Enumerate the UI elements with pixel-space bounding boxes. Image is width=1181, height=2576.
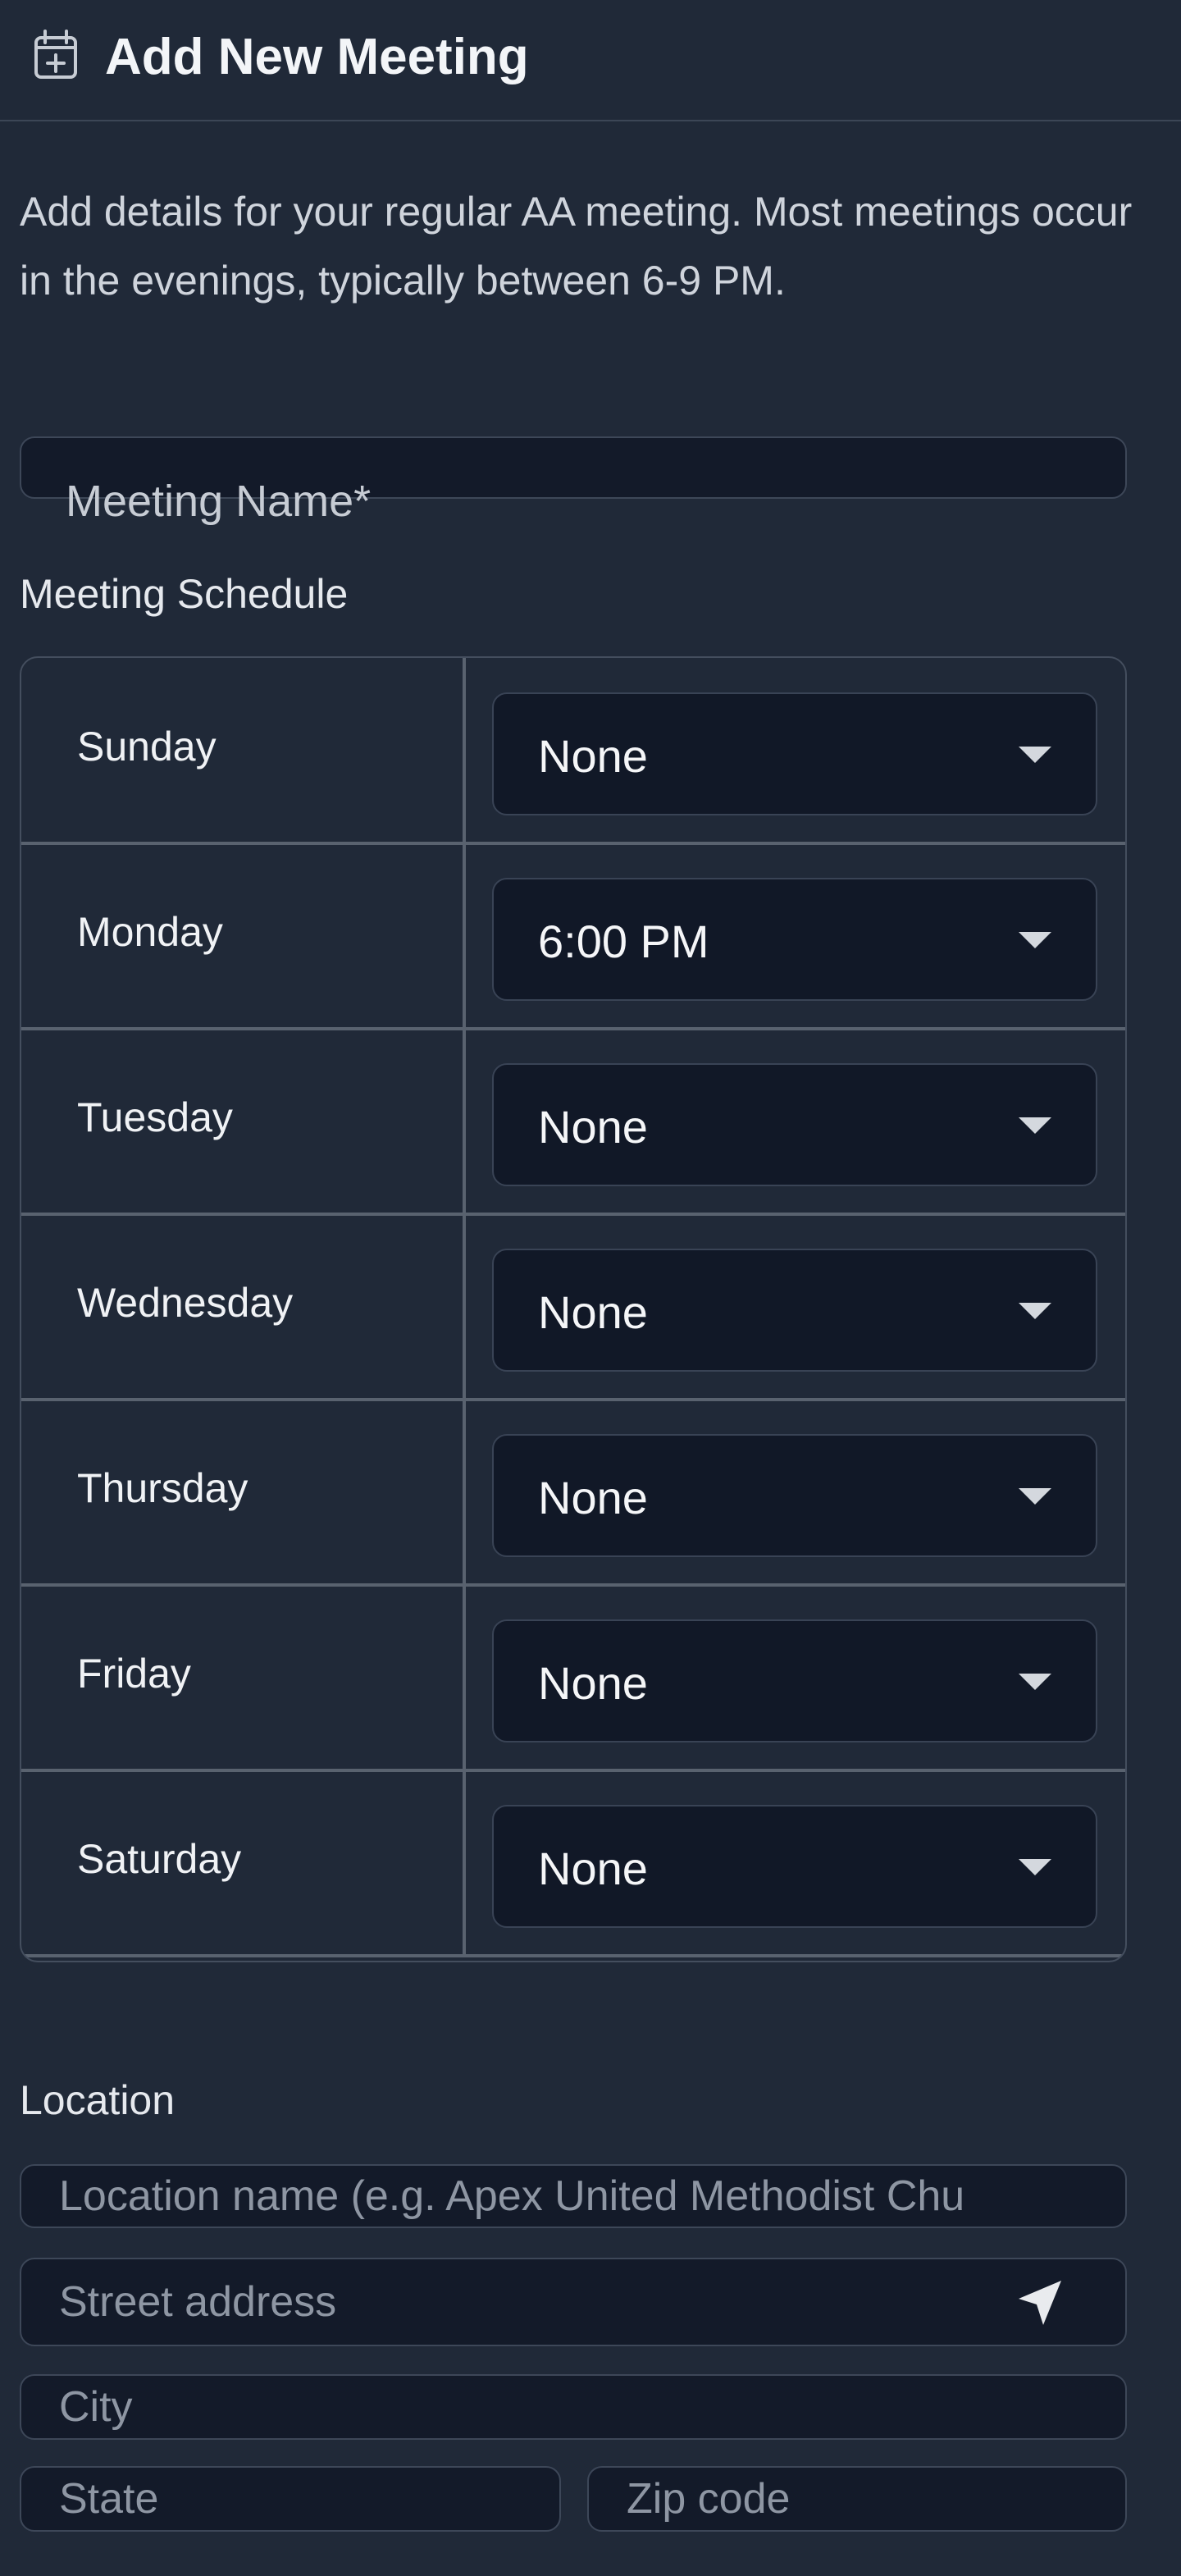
time-select-sunday[interactable]: None — [492, 692, 1097, 815]
calendar-add-icon — [34, 30, 77, 79]
selected-time: None — [538, 1472, 648, 1523]
schedule-row-friday: Friday None — [21, 1585, 1125, 1772]
location-name-input[interactable]: Location name (e.g. Apex United Methodis… — [20, 2164, 1127, 2228]
selected-time: None — [538, 1101, 648, 1153]
dropdown-caret-icon — [1019, 1303, 1051, 1319]
street-address-placeholder: Street address — [59, 2278, 337, 2326]
selected-time: 6:00 PM — [538, 916, 709, 967]
state-input[interactable]: State — [20, 2466, 561, 2532]
dropdown-caret-icon — [1019, 747, 1051, 763]
dropdown-caret-icon — [1019, 1674, 1051, 1690]
time-select-saturday[interactable]: None — [492, 1805, 1097, 1928]
schedule-heading: Meeting Schedule — [20, 571, 349, 617]
time-select-wednesday[interactable]: None — [492, 1249, 1097, 1372]
city-placeholder: City — [59, 2383, 133, 2431]
day-label: Monday — [77, 909, 223, 955]
schedule-row-tuesday: Tuesday None — [21, 1029, 1125, 1216]
selected-time: None — [538, 730, 648, 782]
selected-time: None — [538, 1843, 648, 1894]
location-heading: Location — [20, 2077, 176, 2123]
schedule-row-thursday: Thursday None — [21, 1400, 1125, 1587]
time-select-monday[interactable]: 6:00 PM — [492, 878, 1097, 1001]
schedule-row-monday: Monday 6:00 PM — [21, 843, 1125, 1030]
dropdown-caret-icon — [1019, 932, 1051, 948]
time-select-tuesday[interactable]: None — [492, 1063, 1097, 1186]
dropdown-caret-icon — [1019, 1117, 1051, 1134]
intro-text: Add details for your regular AA meeting.… — [20, 189, 1133, 304]
schedule-table: Sunday None Monday 6:00 PM Tuesday None … — [20, 656, 1127, 1962]
city-input[interactable]: City — [20, 2374, 1127, 2440]
day-label: Tuesday — [77, 1094, 233, 1140]
day-label: Thursday — [77, 1465, 249, 1511]
day-label: Sunday — [77, 724, 217, 770]
zip-code-placeholder: Zip code — [627, 2475, 791, 2523]
state-placeholder: State — [59, 2475, 159, 2523]
schedule-row-saturday: Saturday None — [21, 1770, 1125, 1957]
dropdown-caret-icon — [1019, 1488, 1051, 1505]
day-label: Saturday — [77, 1836, 242, 1882]
street-address-input[interactable]: Street address — [20, 2258, 1127, 2346]
dialog-title: Add New Meeting — [105, 29, 529, 85]
schedule-row-sunday: Sunday None — [21, 658, 1125, 845]
zip-code-input[interactable]: Zip code — [587, 2466, 1127, 2532]
time-select-thursday[interactable]: None — [492, 1434, 1097, 1557]
time-select-friday[interactable]: None — [492, 1619, 1097, 1742]
dialog-header: Add New Meeting — [0, 0, 1181, 121]
selected-time: None — [538, 1657, 648, 1709]
meeting-name-label: Meeting Name* — [66, 477, 372, 526]
day-label: Wednesday — [77, 1280, 294, 1326]
navigation-arrow-icon[interactable] — [1014, 2277, 1065, 2328]
dropdown-caret-icon — [1019, 1859, 1051, 1875]
day-label: Friday — [77, 1651, 191, 1697]
location-name-placeholder: Location name (e.g. Apex United Methodis… — [59, 2172, 965, 2220]
selected-time: None — [538, 1286, 648, 1338]
schedule-row-wednesday: Wednesday None — [21, 1214, 1125, 1401]
